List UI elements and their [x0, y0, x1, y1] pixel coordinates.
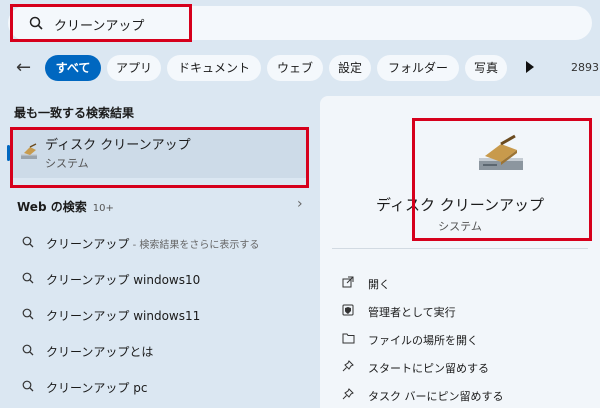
- search-icon: [22, 344, 34, 359]
- web-search-count: 10+: [92, 203, 114, 214]
- disk-cleanup-icon: [475, 132, 527, 180]
- best-match-item[interactable]: ディスク クリーンアップ システム: [7, 128, 308, 178]
- tab-apps[interactable]: アプリ: [107, 55, 161, 81]
- web-suggestion-text: クリーンアップ windows10: [46, 273, 201, 287]
- search-icon: [29, 15, 43, 34]
- web-search-label: Web の検索: [17, 200, 87, 214]
- web-suggestion-text: クリーンアップとは: [46, 345, 154, 359]
- search-input[interactable]: クリーンアップ: [54, 15, 144, 34]
- pin-icon: [342, 360, 354, 375]
- shield-icon: [342, 304, 354, 319]
- web-suggestion-subtext: - 検索結果をさらに表示する: [129, 240, 260, 251]
- detail-pane: ディスク クリーンアップ システム 開く 管理者として実行 ファイルの場所を開く…: [320, 96, 600, 408]
- search-icon: [22, 236, 34, 251]
- web-search-header[interactable]: Web の検索 10+: [17, 198, 114, 215]
- selection-indicator: [7, 145, 10, 161]
- web-suggestion-text: クリーンアップ pc: [46, 381, 148, 395]
- action-label: 管理者として実行: [368, 306, 456, 319]
- search-icon: [22, 308, 34, 323]
- action-label: スタートにピン留めする: [368, 362, 489, 375]
- filter-bar: ← すべて アプリ ドキュメント ウェブ 設定 フォルダー 写真 2893: [0, 52, 600, 84]
- tab-documents[interactable]: ドキュメント: [167, 55, 261, 81]
- chevron-right-icon[interactable]: ›: [297, 196, 303, 212]
- folder-icon: [342, 332, 355, 347]
- action-label: ファイルの場所を開く: [368, 334, 478, 347]
- open-icon: [342, 276, 354, 291]
- best-match-subtitle: システム: [45, 157, 89, 170]
- detail-app-type: システム: [438, 220, 482, 233]
- tab-web[interactable]: ウェブ: [267, 55, 323, 81]
- search-bar[interactable]: クリーンアップ: [8, 6, 592, 40]
- best-match-title: ディスク クリーンアップ: [45, 138, 191, 153]
- tab-settings[interactable]: 設定: [329, 55, 371, 81]
- best-match-header: 最も一致する検索結果: [14, 106, 135, 120]
- tab-all[interactable]: すべて: [45, 55, 101, 81]
- divider: [332, 248, 588, 249]
- search-icon: [22, 272, 34, 287]
- tab-photos[interactable]: 写真: [465, 55, 507, 81]
- disk-cleanup-icon: [20, 142, 40, 166]
- search-icon: [22, 380, 34, 395]
- back-arrow-icon[interactable]: ←: [16, 59, 31, 77]
- web-suggestion-text: クリーンアップ: [46, 237, 130, 251]
- detail-app-title: ディスク クリーンアップ: [376, 196, 544, 214]
- play-more-icon[interactable]: [526, 61, 534, 73]
- tab-folders[interactable]: フォルダー: [377, 55, 459, 81]
- action-label: 開く: [368, 278, 390, 291]
- web-suggestion-text: クリーンアップ windows11: [46, 309, 201, 323]
- result-count: 2893: [571, 61, 599, 74]
- pin-icon: [342, 388, 354, 403]
- action-label: タスク バーにピン留めする: [368, 390, 504, 403]
- results-pane: 最も一致する検索結果 ディスク クリーンアップ システム Web の検索 10+ …: [0, 92, 318, 408]
